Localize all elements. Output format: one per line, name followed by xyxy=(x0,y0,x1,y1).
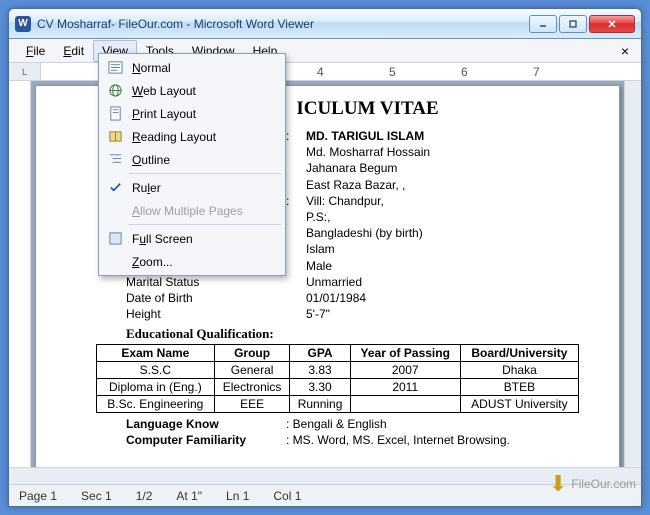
menu-allow-multiple: Allow Multiple Pages xyxy=(101,199,283,222)
doc-row: Height 5'-7" xyxy=(126,306,579,322)
status-line: Ln 1 xyxy=(226,489,249,503)
table-row: Diploma in (Eng.)Electronics3.302011BTEB xyxy=(97,379,579,396)
row-value: 5'-7" xyxy=(306,306,579,322)
row-value: Bangladeshi (by birth) xyxy=(306,225,579,241)
row-value: Unmarried xyxy=(306,274,579,290)
status-at: At 1" xyxy=(176,489,202,503)
edu-heading: Educational Qualification: xyxy=(126,326,579,342)
print-layout-icon xyxy=(104,104,126,124)
menu-normal-label: Normal xyxy=(132,61,171,75)
menu-web-layout[interactable]: Web Layout xyxy=(101,79,283,102)
comp-value: : MS. Word, MS. Excel, Internet Browsing… xyxy=(286,432,579,448)
ruler-number: 7 xyxy=(533,65,605,79)
app-icon: W xyxy=(15,16,31,32)
window-title: CV Mosharraf- FileOur.com - Microsoft Wo… xyxy=(37,17,529,31)
menu-outline-label: Outline xyxy=(132,153,170,167)
table-header: Year of Passing xyxy=(350,345,460,362)
vertical-ruler[interactable] xyxy=(9,81,31,467)
view-menu-dropdown: Normal Web Layout Print Layout Reading L… xyxy=(98,53,286,276)
menu-edit[interactable]: Edit xyxy=(54,40,93,62)
statusbar: Page 1 Sec 1 1/2 At 1" Ln 1 Col 1 xyxy=(9,484,641,506)
menu-separator xyxy=(129,173,281,174)
web-layout-icon xyxy=(104,81,126,101)
row-value: P.S:, xyxy=(306,209,579,225)
menu-full-label: Full Screen xyxy=(132,232,193,246)
menu-outline[interactable]: Outline xyxy=(101,148,283,171)
outline-icon xyxy=(104,150,126,170)
table-row: S.S.CGeneral3.832007Dhaka xyxy=(97,362,579,379)
status-col: Col 1 xyxy=(273,489,301,503)
ruler-number: 6 xyxy=(461,65,533,79)
menu-separator xyxy=(129,224,281,225)
normal-view-icon xyxy=(104,58,126,78)
doc-row: Date of Birth 01/01/1984 xyxy=(126,290,579,306)
doc-row: Marital Status Unmarried xyxy=(126,274,579,290)
row-value: MD. TARIGUL ISLAM xyxy=(306,128,579,144)
lang-value: : Bengali & English xyxy=(286,416,579,432)
menu-print-layout[interactable]: Print Layout xyxy=(101,102,283,125)
menu-reading-label: Reading Layout xyxy=(132,130,216,144)
minimize-button[interactable] xyxy=(529,15,557,33)
close-button[interactable] xyxy=(589,15,635,33)
ruler-number: 4 xyxy=(317,65,389,79)
menu-ruler[interactable]: Ruler xyxy=(101,176,283,199)
menu-reading-layout[interactable]: Reading Layout xyxy=(101,125,283,148)
comp-label: Computer Familiarity xyxy=(126,432,286,448)
titlebar: W CV Mosharraf- FileOur.com - Microsoft … xyxy=(9,9,641,39)
table-header: Board/University xyxy=(460,345,578,362)
row-value: Md. Mosharraf Hossain xyxy=(306,144,579,160)
lang-label: Language Know xyxy=(126,416,286,432)
table-header: Exam Name xyxy=(97,345,215,362)
menu-normal[interactable]: Normal xyxy=(101,56,283,79)
table-header: Group xyxy=(214,345,290,362)
reading-layout-icon xyxy=(104,127,126,147)
row-label: Height xyxy=(126,306,286,322)
row-value: Male xyxy=(306,258,579,274)
menu-print-label: Print Layout xyxy=(132,107,196,121)
row-value: Vill: Chandpur, xyxy=(306,193,579,209)
row-value: Jahanara Begum xyxy=(306,160,579,176)
menu-file[interactable]: File xyxy=(17,40,54,62)
row-value: East Raza Bazar, , xyxy=(306,177,579,193)
maximize-button[interactable] xyxy=(559,15,587,33)
menu-ruler-label: Ruler xyxy=(132,181,161,195)
ruler-number: 5 xyxy=(389,65,461,79)
ruler-corner: L xyxy=(9,63,41,81)
menu-zoom[interactable]: Zoom... xyxy=(101,250,283,273)
checkmark-icon xyxy=(104,178,126,198)
status-section: Sec 1 xyxy=(81,489,112,503)
status-pages: 1/2 xyxy=(136,489,153,503)
row-value: Islam xyxy=(306,241,579,257)
horizontal-scrollbar[interactable] xyxy=(9,467,641,484)
row-label: Date of Birth xyxy=(126,290,286,306)
menu-multi-label: Allow Multiple Pages xyxy=(132,204,243,218)
menu-zoom-label: Zoom... xyxy=(132,255,173,269)
fullscreen-icon xyxy=(104,229,126,249)
education-table: Exam NameGroupGPAYear of PassingBoard/Un… xyxy=(96,344,579,413)
menu-web-label: Web Layout xyxy=(132,84,196,98)
table-row: B.Sc. EngineeringEEERunningADUST Univers… xyxy=(97,396,579,413)
document-close-icon[interactable]: × xyxy=(617,43,633,59)
status-page: Page 1 xyxy=(19,489,57,503)
menu-full-screen[interactable]: Full Screen xyxy=(101,227,283,250)
row-label: Marital Status xyxy=(126,274,286,290)
table-header: GPA xyxy=(290,345,350,362)
vertical-scrollbar[interactable] xyxy=(624,81,641,467)
row-value: 01/01/1984 xyxy=(306,290,579,306)
